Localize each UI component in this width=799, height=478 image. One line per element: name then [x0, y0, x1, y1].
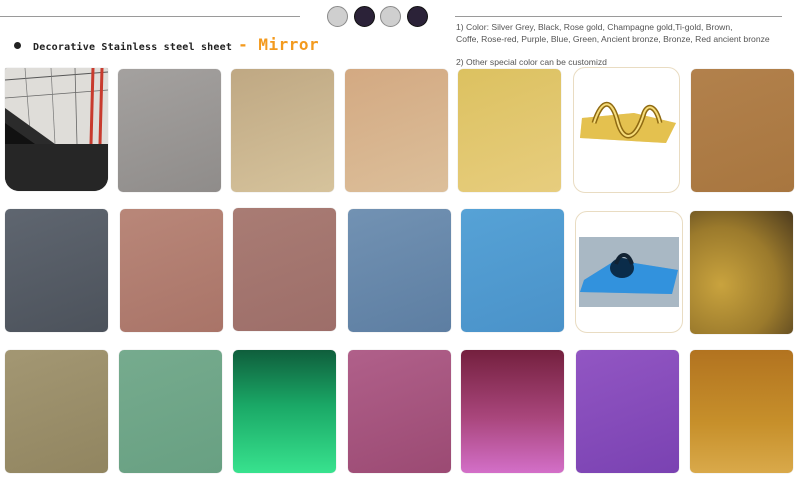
swatch-photo-black: [5, 68, 108, 191]
swatch-black: [5, 209, 108, 332]
page-title: Decorative Stainless steel sheet - Mirror: [33, 35, 319, 54]
color-list-line-1: 1) Color: Silver Grey, Black, Rose gold,…: [456, 22, 733, 32]
color-list-line-2: Coffe, Rose-red, Purple, Blue, Green, An…: [456, 34, 770, 44]
swatch-ti-gold: [458, 69, 561, 192]
swatch-ancient-bronze: [690, 211, 793, 334]
swatch-rose-gold: [345, 69, 448, 192]
swatch-silver-grey: [118, 69, 221, 192]
bullet-icon: [14, 42, 21, 49]
color-dot-2: [354, 6, 375, 27]
swatch-blue: [348, 209, 451, 332]
swatch-amber-bronze: [690, 350, 793, 473]
swatch-green: [119, 350, 222, 473]
title-main: Decorative Stainless steel sheet: [33, 42, 233, 53]
blue-sheet-icon: [579, 237, 679, 307]
swatch-coffe: [120, 209, 223, 332]
warehouse-photo-icon: [5, 68, 108, 191]
color-dot-4: [407, 6, 428, 27]
color-dot-3: [380, 6, 401, 27]
header-rule-right: [455, 16, 782, 17]
swatch-sky-blue: [461, 209, 564, 332]
swatch-champagne-gold: [231, 69, 334, 192]
gold-sheet-icon: [580, 101, 676, 143]
product-photo-blue: [575, 211, 683, 333]
swatch-bronze: [5, 350, 108, 473]
color-dot-1: [327, 6, 348, 27]
swatch-magenta: [461, 350, 564, 473]
product-photo-gold: [573, 67, 680, 193]
header-rule-left: [0, 16, 300, 17]
swatch-rose-red: [233, 208, 336, 331]
swatch-purple: [576, 350, 679, 473]
title-accent: - Mirror: [238, 35, 320, 54]
swatch-red-ancient-bronze: [348, 350, 451, 473]
swatch-brown: [691, 69, 794, 192]
swatch-emerald-green: [233, 350, 336, 473]
